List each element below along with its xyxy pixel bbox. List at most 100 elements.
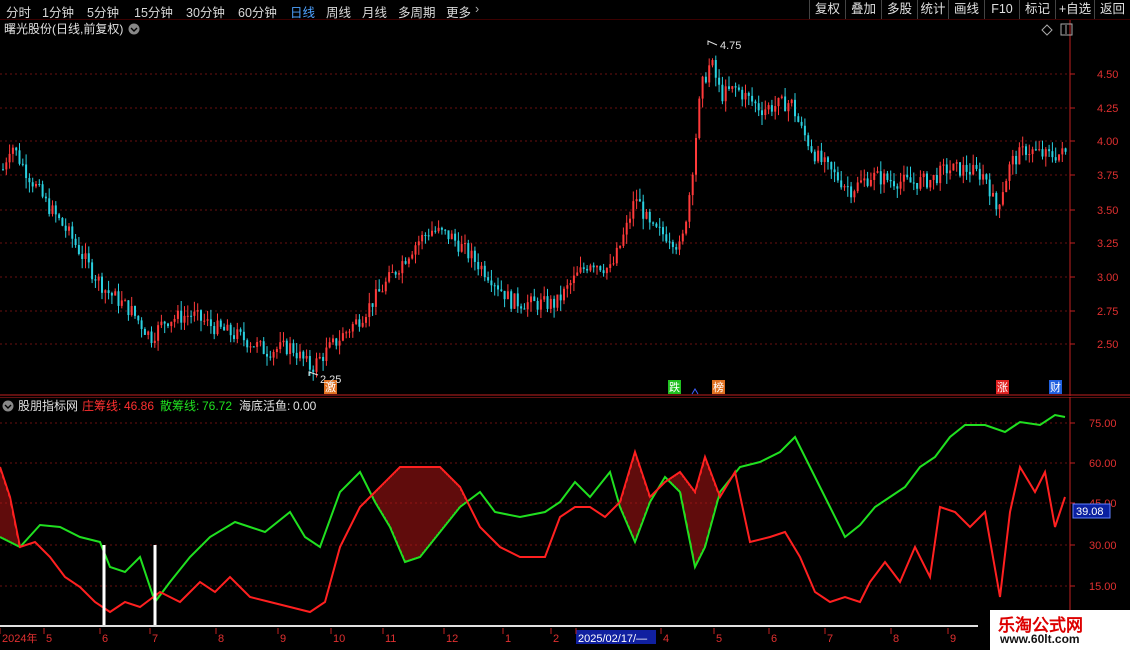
candle-body bbox=[163, 321, 166, 324]
candle-body bbox=[1011, 155, 1014, 165]
draw-line-button[interactable]: 画线 bbox=[948, 0, 984, 19]
candle-body bbox=[394, 271, 397, 275]
overlay-button[interactable]: 叠加 bbox=[845, 0, 881, 19]
tab-1min[interactable]: 1分钟 bbox=[42, 2, 74, 21]
tab-60min[interactable]: 60分钟 bbox=[238, 2, 277, 21]
candle-body bbox=[629, 218, 631, 223]
candle-body bbox=[1038, 149, 1041, 151]
candle-body bbox=[563, 288, 565, 301]
candle-body bbox=[985, 174, 988, 180]
price-chart[interactable]: 4.504.254.003.753.503.253.002.752.50 激跌榜… bbox=[0, 20, 1130, 396]
price-tick-label: 3.00 bbox=[1097, 272, 1118, 284]
candle-body bbox=[279, 342, 282, 350]
candle-body bbox=[81, 253, 84, 259]
candle-body bbox=[1034, 149, 1037, 151]
candle-body bbox=[180, 310, 183, 323]
tab-monthly[interactable]: 月线 bbox=[362, 2, 387, 21]
candle-body bbox=[609, 264, 612, 268]
date-label: 11 bbox=[385, 633, 396, 645]
date-label: 2025/02/17/— bbox=[578, 633, 647, 645]
candle-body bbox=[167, 323, 169, 327]
indicator-tick-label: 60.00 bbox=[1089, 458, 1117, 470]
candle-body bbox=[978, 168, 981, 180]
fuquan-button[interactable]: 复权 bbox=[809, 0, 845, 19]
candle-body bbox=[1048, 149, 1051, 152]
date-label: 7 bbox=[152, 633, 158, 645]
tab-daily[interactable]: 日线 bbox=[290, 2, 315, 21]
candle-body bbox=[259, 341, 262, 343]
candle-body bbox=[272, 351, 275, 358]
candle-body bbox=[282, 340, 285, 343]
candle-body bbox=[246, 340, 249, 348]
candle-body bbox=[262, 341, 265, 354]
diamond-icon[interactable] bbox=[1041, 24, 1053, 36]
candle-body bbox=[992, 192, 994, 197]
mark-button[interactable]: 标记 bbox=[1019, 0, 1055, 19]
candle-body bbox=[275, 349, 278, 352]
candle-body bbox=[728, 86, 730, 89]
candle-body bbox=[734, 86, 737, 88]
candle-body bbox=[450, 233, 453, 240]
candle-body bbox=[695, 137, 697, 175]
candle-body bbox=[308, 356, 311, 370]
add-favorite-button[interactable]: +自选 bbox=[1055, 0, 1094, 19]
multi-stock-button[interactable]: 多股 bbox=[881, 0, 917, 19]
candle-body bbox=[292, 343, 295, 353]
tab-more[interactable]: 更多 bbox=[446, 2, 471, 21]
back-button[interactable]: 返回 bbox=[1094, 0, 1130, 19]
stock-title: 曙光股份(日线,前复权) bbox=[4, 21, 123, 36]
candle-body bbox=[117, 291, 120, 306]
candle-body bbox=[454, 233, 457, 241]
indicator-dropdown-icon[interactable] bbox=[2, 400, 14, 412]
date-label: 5 bbox=[716, 633, 722, 645]
dropdown-icon[interactable] bbox=[128, 23, 140, 35]
candle-body bbox=[850, 186, 853, 198]
candle-body bbox=[384, 281, 387, 292]
candle-body bbox=[1021, 146, 1024, 148]
candle-body bbox=[688, 195, 691, 222]
candle-body bbox=[586, 268, 589, 271]
candle-body bbox=[493, 285, 496, 287]
tab-fenshi[interactable]: 分时 bbox=[6, 2, 31, 21]
tab-weekly[interactable]: 周线 bbox=[326, 2, 351, 21]
candle-body bbox=[919, 177, 922, 189]
candle-body bbox=[797, 116, 800, 122]
candle-body bbox=[64, 225, 67, 231]
candle-body bbox=[490, 280, 493, 286]
tab-15min[interactable]: 15分钟 bbox=[134, 2, 173, 21]
date-label: 9 bbox=[950, 633, 956, 645]
candle-body bbox=[840, 180, 843, 188]
candle-body bbox=[698, 98, 701, 138]
tab-5min[interactable]: 5分钟 bbox=[87, 2, 119, 21]
candle-body bbox=[503, 290, 506, 300]
candle-body bbox=[388, 272, 391, 282]
stats-button[interactable]: 统计 bbox=[917, 0, 948, 19]
candle-body bbox=[955, 162, 958, 164]
candle-body bbox=[596, 266, 598, 268]
candle-body bbox=[223, 326, 226, 331]
event-marker-label: 榜 bbox=[713, 380, 724, 394]
candle-body bbox=[477, 261, 480, 270]
candle-body bbox=[355, 319, 358, 325]
chevron-right-icon[interactable]: › bbox=[475, 2, 479, 16]
candle-body bbox=[1005, 180, 1008, 193]
candle-body bbox=[510, 291, 513, 309]
candle-body bbox=[642, 201, 645, 219]
date-label: 1 bbox=[505, 633, 511, 645]
candle-body bbox=[645, 211, 648, 219]
indicator-chart[interactable]: 75.0060.0045.0030.0015.00 股朋指标网 庄筹线: 46.… bbox=[0, 397, 1130, 628]
haidi-huoyu-signals bbox=[102, 545, 157, 625]
candle-body bbox=[239, 329, 242, 332]
candle-body bbox=[1018, 147, 1021, 165]
tab-multi-period[interactable]: 多周期 bbox=[398, 2, 436, 21]
f10-button[interactable]: F10 bbox=[984, 0, 1019, 19]
tab-30min[interactable]: 30分钟 bbox=[186, 2, 225, 21]
candle-body bbox=[437, 227, 440, 232]
price-tick-label: 3.25 bbox=[1097, 238, 1118, 250]
watermark-url: www.60lt.com bbox=[1000, 632, 1080, 646]
candle-body bbox=[648, 211, 651, 223]
candle-body bbox=[744, 92, 747, 100]
candle-body bbox=[256, 342, 259, 347]
candle-body bbox=[817, 150, 820, 162]
candle-body bbox=[94, 279, 97, 281]
